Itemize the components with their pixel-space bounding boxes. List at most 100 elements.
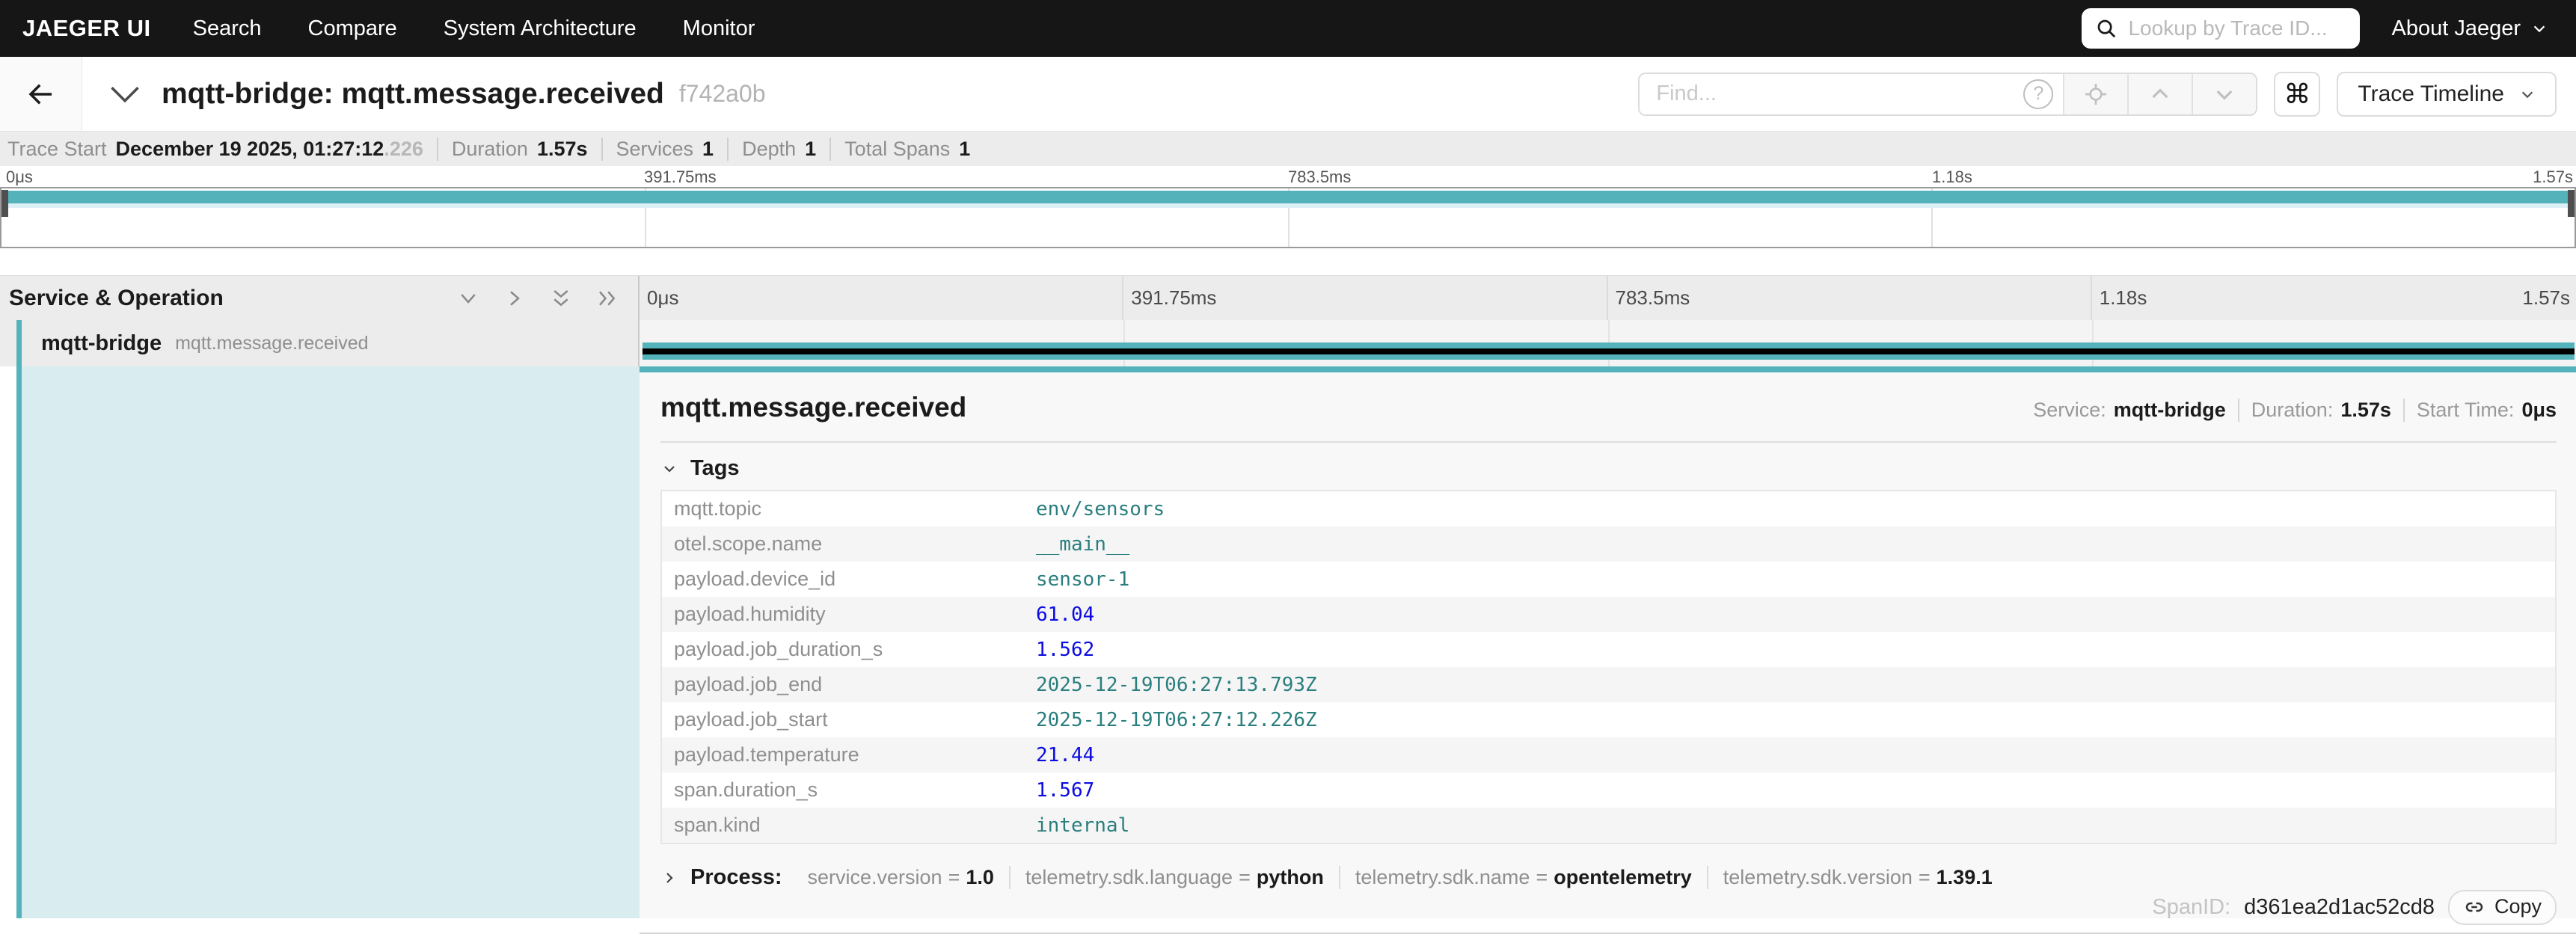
process-item: telemetry.sdk.language = python: [1009, 866, 1339, 889]
collapse-one-icon[interactable]: [457, 287, 479, 310]
copy-span-id-button[interactable]: Copy: [2448, 890, 2557, 925]
trace-id-lookup[interactable]: [2082, 8, 2360, 49]
timeline-tick: 1.18s: [2100, 286, 2147, 310]
expand-one-icon[interactable]: [503, 287, 526, 310]
search-icon: [2095, 17, 2117, 40]
minimap-span-highlight: [1, 203, 2575, 208]
timeline-header: Service & Operation 0μs 391.75ms 783.5ms…: [0, 275, 2576, 320]
about-jaeger-menu[interactable]: About Jaeger: [2391, 16, 2548, 41]
selected-span-highlight: [22, 366, 640, 918]
span-detail-panel: mqtt.message.received Service: mqtt-brid…: [640, 366, 2576, 918]
keyboard-shortcuts-button[interactable]: ⌘: [2274, 72, 2320, 117]
next-result-button[interactable]: [2192, 74, 2256, 114]
span-row-name-column[interactable]: mqtt-bridge mqtt.message.received: [0, 320, 640, 366]
chevron-down-icon: [660, 460, 678, 478]
trace-view-selector-label: Trace Timeline: [2358, 82, 2504, 107]
chevron-down-icon: [2212, 82, 2236, 106]
span-row[interactable]: mqtt-bridge mqtt.message.received: [0, 320, 2576, 366]
jaeger-logo[interactable]: JAEGER UI: [22, 15, 151, 42]
span-detail-row: mqtt.message.received Service: mqtt-brid…: [0, 366, 2576, 918]
meta-duration: Duration: 1.57s: [2238, 399, 2403, 422]
minimap-tick: 0μs: [6, 168, 33, 187]
minimap-tick: 783.5ms: [1288, 168, 1351, 187]
duration-summary: Duration 1.57s: [437, 138, 601, 161]
link-icon: [2463, 896, 2485, 918]
top-nav: JAEGER UI Search Compare System Architec…: [0, 0, 2576, 57]
trace-start-summary: Trace Start December 19 2025, 01:27:12.2…: [7, 138, 437, 161]
trace-view-selector[interactable]: Trace Timeline: [2337, 72, 2557, 117]
depth-summary: Depth 1: [727, 138, 829, 161]
span-detail-meta: Service: mqtt-bridge Duration: 1.57s Sta…: [2021, 399, 2557, 422]
span-color-accent: [16, 320, 22, 366]
tags-section-toggle[interactable]: Tags: [660, 456, 2557, 481]
service-operation-header: Service & Operation: [0, 276, 640, 320]
timeline-tick: 1.57s: [2522, 286, 2570, 310]
spacer: [0, 248, 2576, 275]
process-item: telemetry.sdk.name = opentelemetry: [1339, 866, 1707, 889]
tag-row: span.kind internal: [662, 808, 2555, 843]
span-detail-footer: SpanID: d361ea2d1ac52cd8 Copy: [660, 890, 2557, 933]
focus-match-button[interactable]: [2063, 74, 2127, 114]
expand-all-icon[interactable]: [596, 287, 619, 310]
nav-item-compare[interactable]: Compare: [308, 16, 397, 41]
tags-table: mqtt.topic env/sensors otel.scope.name _…: [660, 490, 2557, 844]
process-section-toggle[interactable]: Process: service.version = 1.0 telemetry…: [660, 865, 2557, 890]
copy-button-label: Copy: [2494, 895, 2542, 918]
back-button[interactable]: [0, 57, 82, 131]
find-group: ?: [1638, 73, 2257, 116]
tag-row: payload.device_id sensor-1: [662, 562, 2555, 597]
tag-row: payload.job_end 2025-12-19T06:27:13.793Z: [662, 667, 2555, 702]
timeline-minimap[interactable]: [0, 187, 2576, 248]
tag-row: span.duration_s 1.567: [662, 772, 2555, 808]
tag-row: payload.temperature 21.44: [662, 737, 2555, 772]
trace-title: mqtt-bridge: mqtt.message.received: [162, 78, 664, 111]
tag-row: mqtt.topic env/sensors: [662, 491, 2555, 526]
tag-row: payload.humidity 61.04: [662, 597, 2555, 632]
span-id-label: SpanID:: [2152, 895, 2230, 920]
tag-row: payload.job_duration_s 1.562: [662, 632, 2555, 667]
span-detail-left-gutter: [0, 366, 640, 918]
span-service-name: mqtt-bridge: [41, 331, 162, 356]
arrow-left-icon: [25, 79, 57, 110]
trace-page-header: mqtt-bridge: mqtt.message.received f742a…: [0, 57, 2576, 132]
nav-item-system-architecture[interactable]: System Architecture: [444, 16, 637, 41]
minimap-drag-handle-right[interactable]: [2568, 190, 2575, 217]
span-detail-title: mqtt.message.received: [660, 392, 966, 423]
meta-service: Service: mqtt-bridge: [2021, 399, 2238, 422]
process-item: telemetry.sdk.version = 1.39.1: [1707, 866, 2008, 889]
minimap-ticks: 0μs 391.75ms 783.5ms 1.18s 1.57s: [0, 166, 2576, 187]
find-input[interactable]: [1640, 74, 2014, 114]
span-row-timeline[interactable]: [640, 320, 2576, 366]
minimap-span-bar: [1, 191, 2575, 203]
nav-item-search[interactable]: Search: [193, 16, 262, 41]
span-operation-name: mqtt.message.received: [175, 333, 368, 354]
about-jaeger-label: About Jaeger: [2391, 16, 2521, 41]
meta-start-time: Start Time: 0μs: [2403, 399, 2557, 422]
span-color-accent: [16, 366, 22, 918]
trace-id-lookup-input[interactable]: [2126, 16, 2336, 41]
nav-item-monitor[interactable]: Monitor: [683, 16, 755, 41]
help-icon: ?: [2023, 79, 2053, 109]
chevron-down-icon: [109, 83, 141, 105]
service-operation-title: Service & Operation: [9, 286, 224, 311]
chevron-up-icon: [2148, 82, 2172, 106]
minimap-tick: 391.75ms: [644, 168, 717, 187]
trace-id-short: f742a0b: [679, 80, 766, 108]
timeline-ruler: 0μs 391.75ms 783.5ms 1.18s 1.57s: [640, 276, 2576, 320]
span-duration-bar[interactable]: [643, 342, 2575, 360]
minimap-drag-handle-left[interactable]: [1, 190, 8, 217]
chevron-down-icon: [2531, 20, 2548, 37]
find-help[interactable]: ?: [2014, 74, 2063, 114]
chevron-down-icon: [2519, 86, 2536, 102]
divider: [660, 441, 2557, 443]
process-label: Process:: [690, 865, 782, 890]
timeline-tick: 391.75ms: [1131, 286, 1216, 310]
trace-summary-bar: Trace Start December 19 2025, 01:27:12.2…: [0, 132, 2576, 166]
chevron-right-icon: [660, 869, 678, 887]
total-spans-summary: Total Spans 1: [829, 138, 984, 161]
prev-result-button[interactable]: [2127, 74, 2192, 114]
collapse-all-icon[interactable]: [550, 287, 572, 310]
command-icon: ⌘: [2284, 79, 2310, 110]
tag-row: otel.scope.name __main__: [662, 526, 2555, 562]
trace-header-collapse-toggle[interactable]: [109, 83, 141, 105]
